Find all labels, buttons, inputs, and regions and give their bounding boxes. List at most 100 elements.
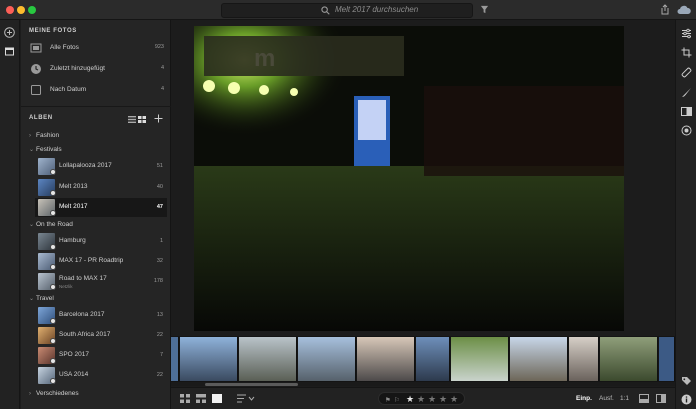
album-south-africa-2017[interactable]: South Africa 2017 22 [21, 326, 171, 345]
left-rail [0, 20, 20, 409]
album-label: SPO 2017 [59, 351, 89, 358]
nav-item-nach-datum[interactable]: Nach Datum 4 [21, 81, 171, 101]
main-photo[interactable]: m [194, 26, 624, 331]
filmstrip-thumb[interactable] [600, 337, 658, 381]
detail-view-icon[interactable] [212, 394, 222, 403]
filmstrip-toggle-icon[interactable] [639, 394, 649, 403]
add-photos-icon[interactable] [4, 27, 15, 38]
flag-pick-icon[interactable]: ⚑ [385, 396, 391, 404]
album-barcelona-2017[interactable]: Barcelona 2017 13 [21, 306, 171, 325]
folder-label: Fashion [36, 132, 60, 139]
folder-fashion[interactable]: › Fashion [29, 132, 59, 139]
nav-item-count: 4 [160, 65, 164, 71]
album-lollapalooza-2017[interactable]: Lollapalooza 2017 51 [21, 157, 171, 176]
photo-grid-icon[interactable] [196, 394, 206, 403]
all-photos-icon [30, 43, 42, 53]
compare-view-icon[interactable] [656, 394, 666, 403]
list-view-icon[interactable] [128, 116, 136, 123]
filmstrip-thumb[interactable] [171, 337, 179, 381]
folder-label: On the Road [36, 221, 73, 228]
edit-sliders-icon[interactable] [681, 28, 692, 39]
filmstrip-thumb[interactable] [298, 337, 356, 381]
album-melt-2017[interactable]: Melt 2017 47 [35, 198, 167, 217]
share-icon[interactable] [660, 4, 670, 15]
square-grid-icon[interactable] [180, 394, 190, 403]
zoom-fit-button[interactable]: Einp. [576, 395, 592, 402]
filter-icon[interactable] [480, 5, 489, 14]
sync-check-icon [50, 358, 56, 364]
nav-item-zuletzt-hinzugefuegt[interactable]: Zuletzt hinzugefügt 4 [21, 60, 171, 80]
filmstrip-thumb[interactable] [510, 337, 568, 381]
album-count: 22 [156, 332, 163, 338]
nav-item-alle-fotos[interactable]: Alle Fotos 923 [21, 39, 171, 59]
zoom-window-button[interactable] [28, 6, 36, 14]
rating-control: ⚑ ⚐ ★ ★ ★ ★ ★ [378, 392, 465, 405]
album-count: 7 [159, 352, 163, 358]
filmstrip-scroll-thumb[interactable] [205, 383, 298, 386]
minimize-window-button[interactable] [17, 6, 25, 14]
album-max-17-pr-roadtrip[interactable]: MAX 17 - PR Roadtrip 32 [21, 252, 171, 271]
nav-item-label: Zuletzt hinzugefügt [50, 65, 105, 72]
calendar-icon [31, 85, 41, 95]
album-count: 22 [156, 372, 163, 378]
info-icon[interactable] [681, 394, 692, 405]
search-input[interactable]: Melt 2017 durchsuchen [221, 3, 473, 18]
filmstrip-thumb[interactable] [180, 337, 238, 381]
zoom-fill-button[interactable]: Ausf. [599, 395, 614, 402]
star-5-icon[interactable]: ★ [450, 394, 458, 405]
crop-icon[interactable] [681, 47, 692, 58]
album-label: South Africa 2017 [59, 331, 111, 338]
album-hamburg[interactable]: Hamburg 1 [21, 232, 171, 251]
main-view: m ⚑ ⚐ ★ ★ ★ ★ ★ Einp. Ausf. 1:1 [171, 20, 675, 409]
album-road-to-max-17[interactable]: Road to MAX 17 Netzlik 178 [21, 272, 171, 291]
sort-icon[interactable] [237, 394, 255, 403]
star-2-icon[interactable]: ★ [417, 394, 425, 405]
filmstrip-thumb[interactable] [357, 337, 415, 381]
radial-gradient-icon[interactable] [681, 125, 692, 136]
filmstrip-thumb[interactable] [451, 337, 509, 381]
star-3-icon[interactable]: ★ [428, 394, 436, 405]
close-window-button[interactable] [6, 6, 14, 14]
star-4-icon[interactable]: ★ [439, 394, 447, 405]
cloud-sync-icon[interactable] [677, 5, 691, 15]
filmstrip-thumb[interactable] [569, 337, 599, 381]
folder-festivals[interactable]: ⌄ Festivals [29, 146, 62, 153]
brush-icon[interactable] [681, 87, 692, 98]
sync-check-icon [50, 318, 56, 324]
add-album-icon[interactable] [154, 114, 163, 123]
flag-reject-icon[interactable]: ⚐ [394, 396, 400, 404]
album-count: 47 [156, 204, 163, 210]
zoom-1-1-button[interactable]: 1:1 [620, 395, 629, 402]
album-count: 51 [156, 163, 163, 169]
linear-gradient-icon[interactable] [681, 106, 692, 117]
sync-check-icon [50, 378, 56, 384]
folder-label: Verschiedenes [36, 390, 79, 397]
album-spo-2017[interactable]: SPO 2017 7 [21, 346, 171, 365]
sync-check-icon [50, 284, 56, 290]
filmstrip-thumb[interactable] [659, 337, 675, 381]
sync-check-icon [50, 190, 56, 196]
sync-check-icon [50, 244, 56, 250]
library-panel: MEINE FOTOS Alle Fotos 923 Zuletzt hinzu… [21, 20, 171, 409]
library-icon[interactable] [4, 46, 15, 57]
filmstrip-thumb[interactable] [239, 337, 297, 381]
grid-view-icon[interactable] [138, 116, 146, 123]
filmstrip[interactable] [171, 336, 675, 382]
folder-label: Festivals [36, 146, 62, 153]
filmstrip-thumb[interactable] [416, 337, 450, 381]
healing-brush-icon[interactable] [681, 67, 692, 78]
folder-verschiedenes[interactable]: › Verschiedenes [29, 390, 79, 397]
section-divider [21, 106, 171, 107]
star-1-icon[interactable]: ★ [406, 394, 414, 405]
tag-icon[interactable] [681, 376, 692, 387]
right-rail [675, 20, 696, 409]
album-count: 178 [153, 278, 163, 284]
section-title-alben: ALBEN [29, 115, 53, 121]
album-owner-label: Netzlik [59, 284, 73, 289]
folder-on-the-road[interactable]: ⌄ On the Road [29, 221, 73, 228]
folder-label: Travel [36, 295, 54, 302]
album-usa-2014[interactable]: USA 2014 22 [21, 366, 171, 385]
folder-travel[interactable]: ⌄ Travel [29, 295, 54, 302]
album-melt-2013[interactable]: Melt 2013 40 [21, 178, 171, 197]
nav-item-count: 923 [154, 44, 164, 50]
